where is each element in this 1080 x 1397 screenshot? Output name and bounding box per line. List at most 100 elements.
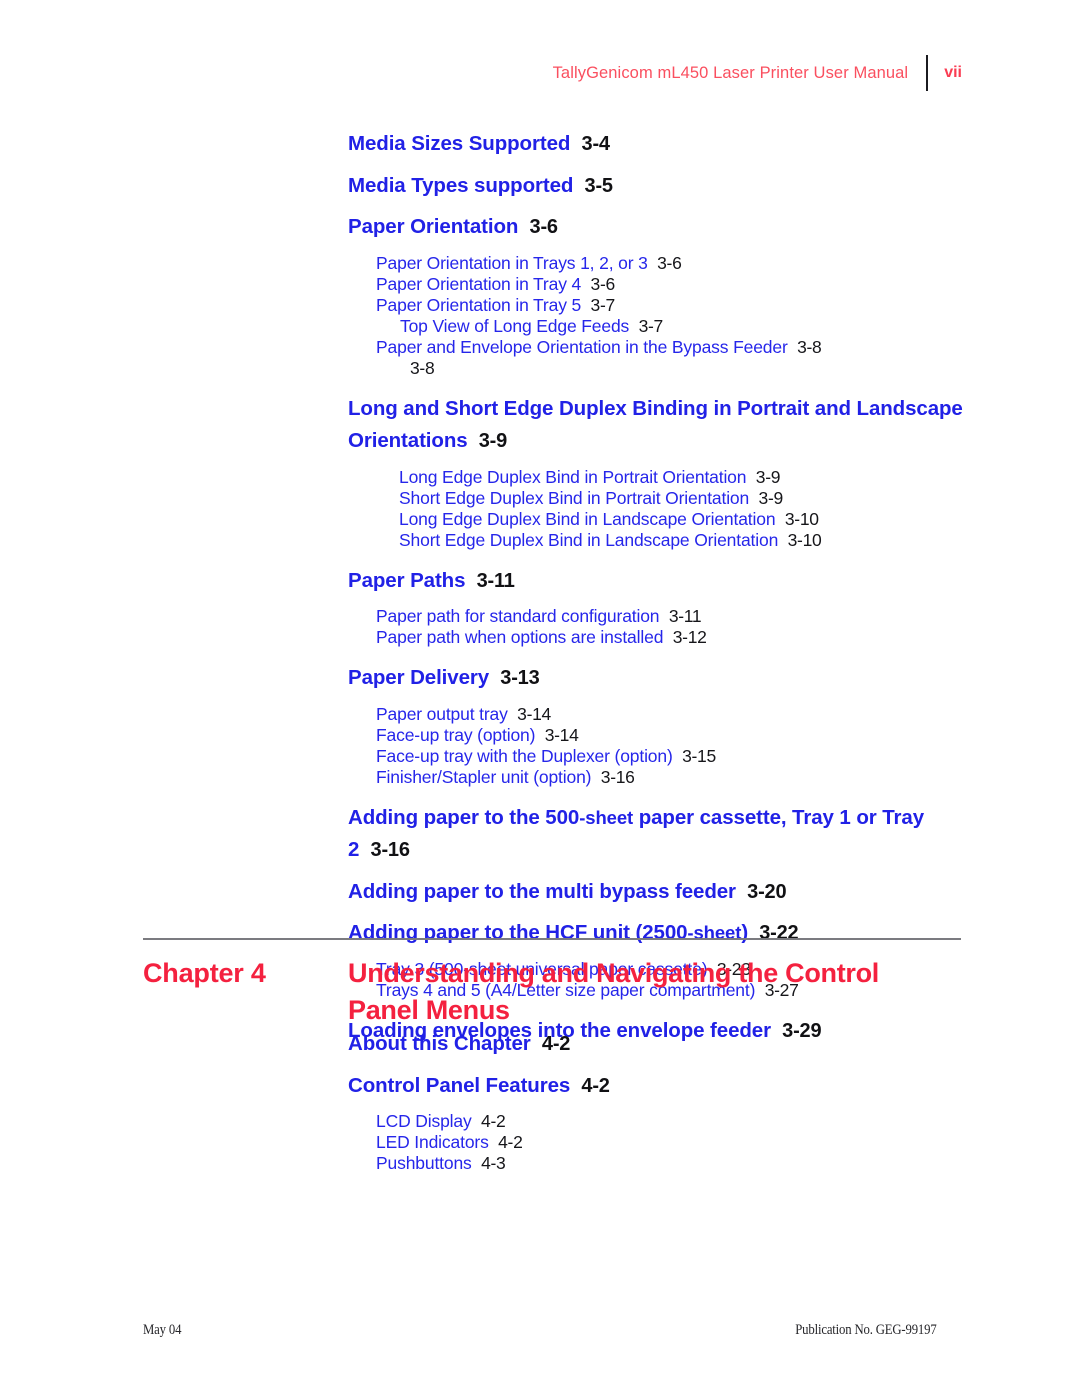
- toc-entry-label: Top View of Long Edge Feeds: [400, 315, 630, 336]
- toc-entry-label: Paper Orientation in Trays 1, 2, or 3: [376, 252, 648, 273]
- toc-entry-media-types-supported[interactable]: Media Types supported 3-5: [348, 170, 968, 203]
- toc-entry-page-number: 3-7: [590, 294, 616, 315]
- toc-entry-page-number: 3-11: [668, 606, 702, 626]
- toc-entry-pushbuttons[interactable]: Pushbuttons 4-3: [376, 1153, 1080, 1174]
- toc-entry-page-number: 3-10: [784, 508, 819, 529]
- page-footer: May 04 Publication No. GEG-99197: [0, 1322, 1080, 1339]
- toc-entry-paper-and-envelope-orientation-in-the-bypass-fee[interactable]: Paper and Envelope Orientation in the By…: [376, 337, 1080, 358]
- toc-entry-label: Adding paper to the HCF unit (2500-sheet…: [348, 921, 749, 944]
- toc-entry-label: Long and Short Edge Duplex Binding in Po…: [348, 396, 963, 453]
- toc-entry-label: Long Edge Duplex Bind in Portrait Orient…: [399, 466, 747, 487]
- toc-entry-long-edge-duplex-bind-in-portrait-orientation[interactable]: Long Edge Duplex Bind in Portrait Orient…: [399, 467, 1080, 488]
- chapter-number-label: Chapter 4: [143, 958, 266, 988]
- toc-entry-page-number: 3-9: [758, 487, 784, 508]
- toc-entry-short-edge-duplex-bind-in-portrait-orientation[interactable]: Short Edge Duplex Bind in Portrait Orien…: [399, 488, 1080, 509]
- toc-entry-paper-delivery[interactable]: Paper Delivery 3-13: [348, 662, 968, 695]
- toc-entry-face-up-tray-option[interactable]: Face-up tray (option) 3-14: [376, 725, 1080, 746]
- toc-entry-label: Media Sizes Supported: [348, 132, 571, 155]
- toc-entry-page-number: 3-6: [657, 252, 682, 273]
- manual-title: TallyGenicom mL450 Laser Printer User Ma…: [552, 63, 909, 82]
- chapter-divider-rule: [143, 938, 961, 940]
- toc-entry-about-this-chapter[interactable]: About this Chapter 4-2: [348, 1028, 968, 1061]
- toc-entry-paper-orientation-in-tray-5[interactable]: Paper Orientation in Tray 5 3-7: [376, 295, 1080, 316]
- toc-entry-label: Finisher/Stapler unit (option): [376, 766, 592, 787]
- toc-entry-paper-orientation-in-tray-4[interactable]: Paper Orientation in Tray 4 3-6: [376, 274, 1080, 295]
- toc-entry-page-number: 4-2: [498, 1132, 523, 1152]
- toc-entry-long-edge-duplex-bind-in-landscape-orientation[interactable]: Long Edge Duplex Bind in Landscape Orien…: [399, 509, 1080, 530]
- toc-entry-paper-orientation[interactable]: Paper Orientation 3-6: [348, 211, 968, 244]
- toc-entry-page-number: 3-14: [517, 703, 551, 724]
- chapter-row: Chapter 4 Understanding and Navigating t…: [143, 955, 973, 1029]
- toc-entry-label: Paper output tray: [376, 703, 508, 724]
- toc-entry-finisher-stapler-unit-option[interactable]: Finisher/Stapler unit (option) 3-16: [376, 767, 1080, 788]
- toc-entry-paper-path-for-standard-configuration[interactable]: Paper path for standard configuration 3-…: [376, 606, 1080, 627]
- toc-entry-page-number: 3-9: [755, 466, 781, 487]
- toc-section-chapter4: About this Chapter 4-2 Control Panel Feat…: [0, 1028, 1080, 1174]
- toc-entry-paper-path-when-options-are-installed[interactable]: Paper path when options are installed 3-…: [376, 627, 1080, 648]
- toc-entry-label: Adding paper to the 500-sheet paper cass…: [348, 805, 924, 862]
- footer-date: May 04: [143, 1322, 182, 1338]
- toc-entry-adding-paper-to-the-multi-bypass-feeder[interactable]: Adding paper to the multi bypass feeder …: [348, 876, 968, 909]
- toc-entry-page-number: 4-2: [541, 1033, 571, 1055]
- toc-entry-page-number: 3-20: [747, 880, 787, 903]
- toc-entry-label: LED Indicators: [376, 1132, 489, 1152]
- toc-entry-long-and-short-edge-duplex-binding-in-portrait-a[interactable]: Long and Short Edge Duplex Binding in Po…: [348, 393, 968, 458]
- toc-entry-page-number: 4-2: [581, 1074, 610, 1097]
- toc-entry-page-number: 3-12: [672, 627, 707, 647]
- toc-entry-page-number: 3-5: [584, 174, 614, 197]
- toc-entry-page-number: 3-13: [500, 667, 540, 689]
- toc-entry-lcd-display[interactable]: LCD Display 4-2: [376, 1111, 1080, 1132]
- toc-entry-label: Paper path for standard configuration: [376, 606, 660, 626]
- toc-entry-label: Paper Orientation in Tray 4: [376, 273, 582, 294]
- toc-entry-label: Long Edge Duplex Bind in Landscape Orien…: [399, 508, 776, 529]
- toc-entry-page-number: 3-4: [581, 133, 611, 155]
- footer-publication-number: Publication No. GEG-99197: [795, 1322, 937, 1338]
- toc-entry-control-panel-features[interactable]: Control Panel Features 4-2: [348, 1070, 968, 1103]
- toc-entry-page-number: 3-22: [759, 922, 799, 944]
- toc-entry-label: Paper Delivery: [348, 666, 490, 689]
- toc-entry-label: Paper Orientation: [348, 215, 519, 238]
- toc-entry-label: Media Types supported: [348, 173, 574, 197]
- toc-entry-adding-paper-to-the-500-sheet-paper-cassette-tra[interactable]: Adding paper to the 500-sheet paper cass…: [348, 802, 968, 867]
- toc-entry-paper-paths[interactable]: Paper Paths 3-11: [348, 565, 968, 598]
- toc-entry-label: Paper Orientation in Tray 5: [376, 294, 582, 315]
- toc-entry-label: Pushbuttons: [376, 1153, 472, 1173]
- toc-entry-page-number: 3-6: [590, 273, 616, 294]
- toc-entry-paper-orientation-in-trays-1-2-or-3[interactable]: Paper Orientation in Trays 1, 2, or 3 3-…: [376, 253, 1080, 274]
- toc-entry-led-indicators[interactable]: LED Indicators 4-2: [376, 1132, 1080, 1153]
- toc-entry-page-number: 3-7: [638, 315, 664, 336]
- toc-section-chapter3: Media Sizes Supported 3-4 Media Types sup…: [0, 128, 1080, 1047]
- toc-entry-label: Adding paper to the multi bypass feeder: [348, 879, 736, 903]
- chapter-title: Understanding and Navigating the Control…: [348, 958, 880, 1025]
- toc-entry-top-view-of-long-edge-feeds[interactable]: Top View of Long Edge Feeds 3-7: [400, 316, 1080, 337]
- toc-entry-short-edge-duplex-bind-in-landscape-orientation[interactable]: Short Edge Duplex Bind in Landscape Orie…: [399, 530, 1080, 551]
- toc-entry-media-sizes-supported[interactable]: Media Sizes Supported 3-4: [348, 128, 968, 161]
- running-header: TallyGenicom mL450 Laser Printer User Ma…: [0, 55, 1080, 91]
- toc-entry-label: Short Edge Duplex Bind in Landscape Orie…: [399, 529, 779, 550]
- toc-entry-adding-paper-to-the-hcf-unit-2500-sheet[interactable]: Adding paper to the HCF unit (2500-sheet…: [348, 917, 968, 950]
- document-page: TallyGenicom mL450 Laser Printer User Ma…: [0, 0, 1080, 1397]
- toc-entry-label: Short Edge Duplex Bind in Portrait Orien…: [399, 487, 750, 508]
- header-divider-rule: [926, 55, 929, 91]
- toc-entry-paper-output-tray[interactable]: Paper output tray 3-14: [376, 704, 1080, 725]
- toc-entry-page-number: 3-6: [529, 216, 559, 238]
- toc-orphan-page-number: 3-8: [410, 357, 435, 378]
- toc-entry-page-number: 4-2: [481, 1111, 506, 1131]
- toc-entry-page-number: 3-14: [544, 724, 579, 745]
- toc-entry-label: About this Chapter: [348, 1032, 531, 1055]
- toc-entry-label: LCD Display: [376, 1111, 472, 1131]
- toc-entry-face-up-tray-with-the-duplexer-option[interactable]: Face-up tray with the Duplexer (option) …: [376, 746, 1080, 767]
- toc-entry-label: Control Panel Features: [348, 1073, 571, 1097]
- toc-entry-page-number: 3-16: [600, 766, 635, 787]
